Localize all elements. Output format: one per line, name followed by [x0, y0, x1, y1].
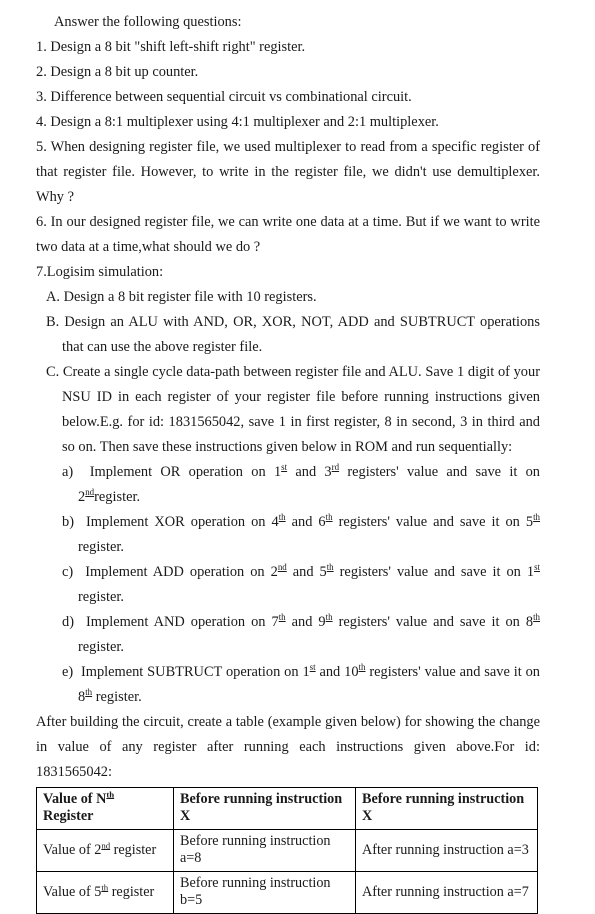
instruction-b-pre: Implement XOR operation on 4	[86, 514, 279, 530]
row2-cell-before: Before running instruction b=5	[173, 871, 356, 914]
instruction-e: e) Implement SUBTRUCT operation on 1st a…	[36, 660, 540, 710]
instruction-e-mid: and 10	[315, 664, 359, 680]
question-5: 5. When designing register file, we used…	[36, 139, 540, 205]
table-row: Value of 5th register Before running ins…	[36, 871, 538, 914]
header-col1-post: Register	[43, 808, 94, 824]
instruction-c: c) Implement ADD operation on 2nd and 5t…	[36, 560, 540, 610]
row2-cell-after: After running instruction a=7	[355, 871, 538, 914]
row1-col1-sup: nd	[101, 839, 111, 850]
question-2: 2. Design a 8 bit up counter.	[36, 64, 199, 80]
row1-cell-before: Before running instruction a=8	[173, 829, 356, 872]
question-1: 1. Design a 8 bit "shift left-shift righ…	[36, 39, 306, 55]
row1-col1-pre: Value of 2	[43, 841, 102, 858]
instruction-c-post: registers' value and save it on 1	[333, 564, 535, 580]
question-6: 6. In our designed register file, we can…	[36, 214, 540, 255]
table-header-cell-3: Before running instruction X	[355, 787, 538, 830]
sub-item-b-text: Design an ALU with AND, OR, XOR, NOT, AD…	[62, 314, 540, 355]
instruction-e-sup2: th	[358, 662, 366, 673]
instruction-e-tail: register.	[92, 689, 142, 705]
sub-item-a-label: A.	[46, 289, 60, 305]
instruction-d-post: registers' value and save it on 8	[332, 614, 534, 630]
instruction-a-sup3: nd	[85, 487, 95, 498]
table-row: Value of 2nd register Before running ins…	[36, 829, 538, 872]
instruction-b-post: registers' value and save it on 5	[332, 514, 534, 530]
row2-cell-register: Value of 5th register	[36, 871, 174, 914]
document-page: Answer the following questions: 1. Desig…	[0, 0, 595, 914]
instruction-d-sup1: th	[278, 612, 286, 623]
instruction-c-sup1: nd	[277, 562, 287, 573]
instruction-b-tail: register.	[78, 539, 124, 555]
instruction-b-sup1: th	[278, 512, 286, 523]
header-col1-sup: th	[106, 789, 115, 800]
row1-col1-post: register	[110, 841, 157, 858]
row1-cell-after: After running instruction a=3	[355, 829, 538, 872]
sub-item-b-label: B.	[46, 314, 60, 330]
sub-item-a-text: Design a 8 bit register file with 10 reg…	[63, 289, 317, 305]
sub-item-c-text: Create a single cycle data-path between …	[62, 364, 540, 455]
row2-col1-post: register	[108, 883, 155, 900]
table-header-cell-2: Before running instruction X	[173, 787, 356, 830]
instruction-b-sup2: th	[325, 512, 333, 523]
instruction-c-mid: and 5	[286, 564, 327, 580]
instruction-a-label: a)	[62, 464, 74, 480]
sub-item-c: C. Create a single cycle data-path betwe…	[36, 360, 540, 460]
instruction-b-sup3: th	[533, 512, 541, 523]
sub-item-b: B. Design an ALU with AND, OR, XOR, NOT,…	[36, 310, 540, 360]
row2-col1-pre: Value of 5	[43, 883, 102, 900]
instruction-c-pre: Implement ADD operation on 2	[85, 564, 278, 580]
instruction-c-sup3: st	[534, 562, 541, 573]
question-3: 3. Difference between sequential circuit…	[36, 89, 412, 105]
closing-paragraph: After building the circuit, create a tab…	[36, 714, 540, 780]
register-change-table: Value of Nth Register Before running ins…	[36, 787, 538, 914]
intro-line: Answer the following questions:	[54, 14, 242, 30]
instruction-d-label: d)	[62, 614, 74, 630]
instruction-d-sup2: th	[325, 612, 333, 623]
instruction-d: d) Implement AND operation on 7th and 9t…	[36, 610, 540, 660]
header-col1-pre: Value of N	[43, 791, 107, 807]
instruction-d-pre: Implement AND operation on 7	[86, 614, 279, 630]
instruction-a: a) Implement OR operation on 1st and 3rd…	[36, 460, 540, 510]
instruction-a-sup2: rd	[331, 462, 340, 473]
table-header-cell-1: Value of Nth Register	[36, 787, 174, 830]
instruction-c-label: c)	[62, 564, 74, 580]
instruction-b-label: b)	[62, 514, 74, 530]
instruction-d-tail: register.	[78, 639, 124, 655]
instruction-a-tail: register.	[94, 489, 141, 505]
row2-col1-sup: th	[101, 881, 109, 892]
sub-item-c-label: C.	[46, 364, 60, 380]
question-4: 4. Design a 8:1 multiplexer using 4:1 mu…	[36, 114, 439, 130]
instruction-d-sup3: th	[533, 612, 541, 623]
instruction-b-mid: and 6	[285, 514, 326, 530]
instruction-c-sup2: th	[326, 562, 334, 573]
row1-cell-register: Value of 2nd register	[36, 829, 174, 872]
instruction-e-label: e)	[62, 664, 74, 680]
table-header-row: Value of Nth Register Before running ins…	[36, 787, 538, 830]
instruction-d-mid: and 9	[285, 614, 326, 630]
instruction-a-pre: Implement OR operation on 1	[89, 464, 282, 480]
instruction-e-pre: Implement SUBTRUCT operation on 1	[80, 664, 310, 680]
sub-item-a: A. Design a 8 bit register file with 10 …	[36, 285, 540, 310]
question-7: 7.Logisim simulation:	[36, 264, 164, 280]
instruction-c-tail: register.	[78, 589, 124, 605]
instruction-e-sup3: th	[85, 687, 93, 698]
instruction-b: b) Implement XOR operation on 4th and 6t…	[36, 510, 540, 560]
instruction-a-mid: and 3	[287, 464, 332, 480]
